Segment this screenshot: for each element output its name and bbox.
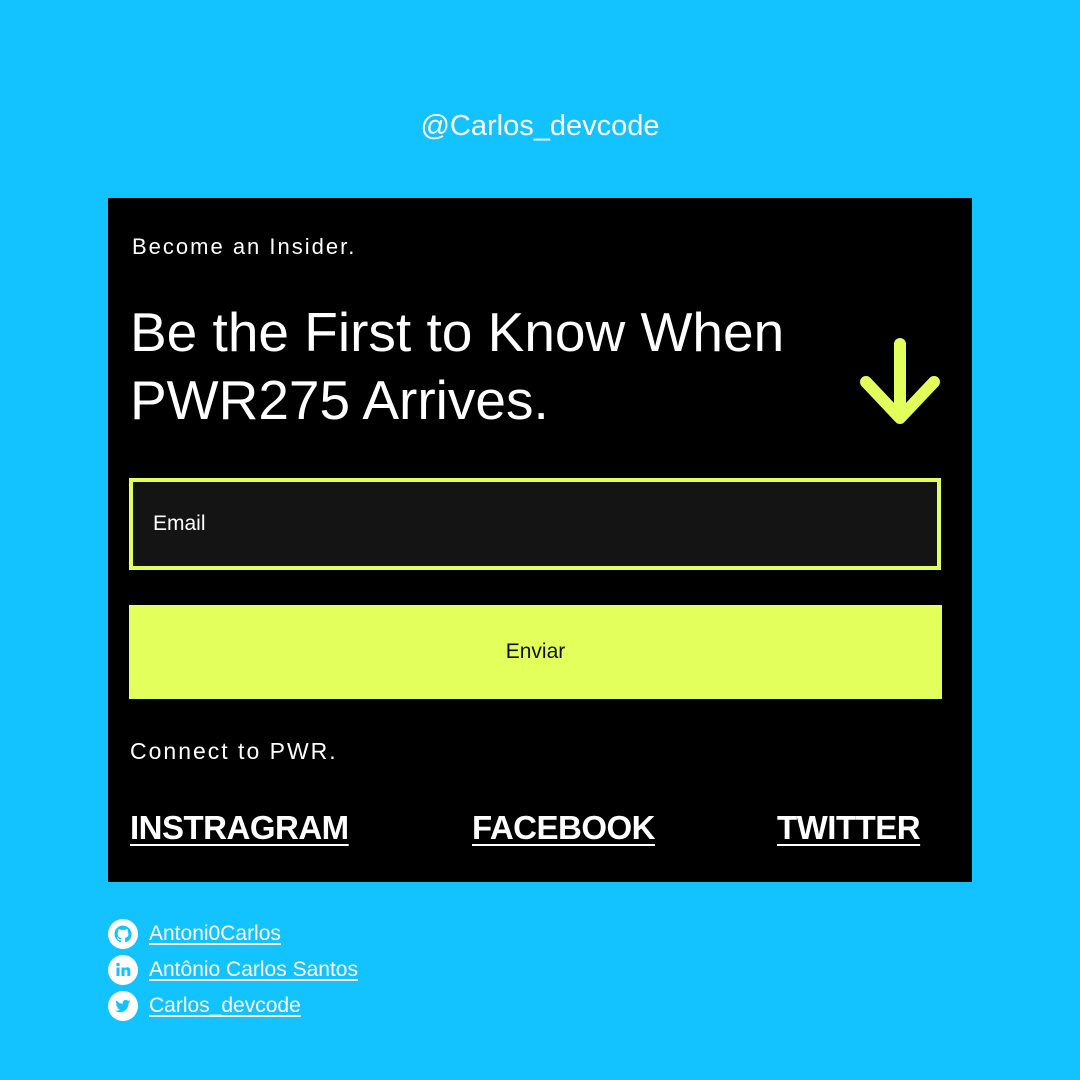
linkedin-icon [108, 955, 138, 985]
github-icon [108, 919, 138, 949]
email-field[interactable] [129, 478, 941, 570]
twitter-link-row: Carlos_devcode [108, 990, 508, 1022]
instagram-link[interactable]: INSTRAGRAM [130, 808, 349, 848]
headline: Be the First to Know When PWR275 Arrives… [130, 301, 785, 431]
arrow-down-icon [860, 338, 940, 424]
github-link[interactable]: Antoni0Carlos [149, 921, 281, 947]
facebook-link[interactable]: FACEBOOK [472, 808, 656, 848]
author-handle: @Carlos_devcode [420, 110, 660, 142]
eyebrow-text: Become an Insider. [132, 234, 357, 259]
twitter-handle-link[interactable]: Carlos_devcode [149, 993, 301, 1019]
submit-button[interactable]: Enviar [129, 605, 942, 699]
twitter-icon [108, 991, 138, 1021]
linkedin-link-row: Antônio Carlos Santos [108, 954, 508, 986]
connect-label: Connect to PWR. [130, 738, 338, 764]
github-link-row: Antoni0Carlos [108, 918, 508, 950]
signup-card: Become an Insider. Be the First to Know … [108, 198, 972, 882]
linkedin-link[interactable]: Antônio Carlos Santos [149, 957, 358, 983]
twitter-link[interactable]: TWITTER [777, 808, 921, 848]
